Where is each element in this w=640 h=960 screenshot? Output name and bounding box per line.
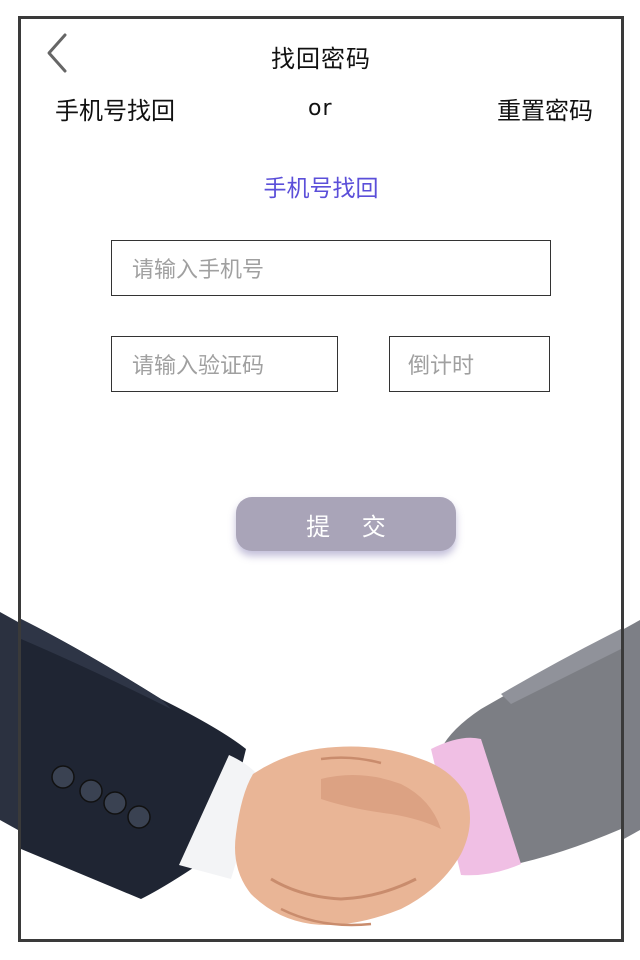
verification-code-input[interactable]: 请输入验证码	[111, 336, 338, 392]
page-title: 找回密码	[271, 45, 371, 73]
countdown-button[interactable]: 倒计时	[389, 336, 550, 392]
app-screen: 找回密码 手机号找回 or 重置密码 手机号找回 请输入手机号 请输入验证码 倒…	[18, 16, 624, 942]
handshake-photo	[21, 619, 621, 927]
section-title: 手机号找回	[263, 176, 379, 202]
mode-separator: or	[308, 96, 333, 121]
tab-phone-recovery[interactable]: 手机号找回	[55, 91, 175, 126]
countdown-label: 倒计时	[408, 354, 475, 379]
phone-placeholder: 请输入手机号	[132, 258, 265, 283]
phone-input[interactable]: 请输入手机号	[111, 240, 551, 296]
submit-button[interactable]: 提 交	[236, 497, 456, 551]
tab-reset-password[interactable]: 重置密码	[497, 91, 593, 126]
code-placeholder: 请输入验证码	[132, 354, 265, 379]
submit-label: 提 交	[306, 512, 398, 541]
